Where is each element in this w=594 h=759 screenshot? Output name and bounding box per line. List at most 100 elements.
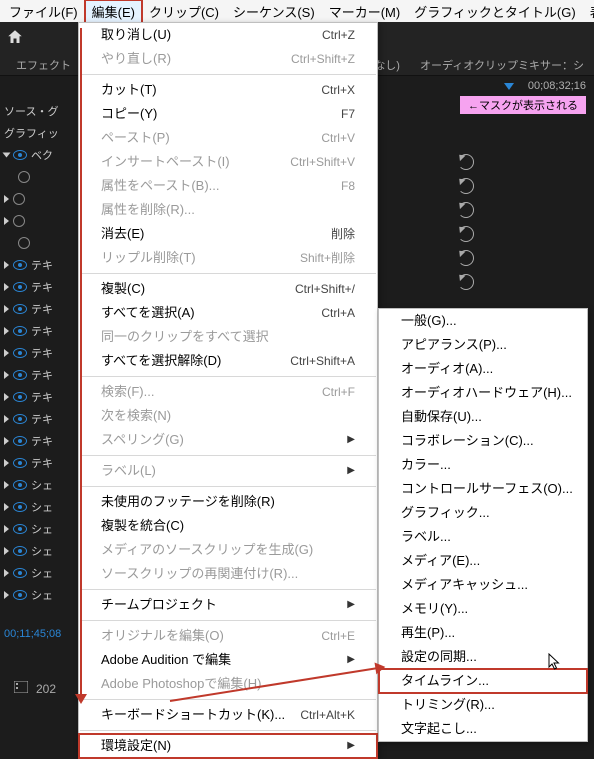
preferences-menu-item[interactable]: 設定の同期... [379, 645, 587, 669]
undo-icon[interactable] [458, 250, 474, 266]
edit-menu-item[interactable]: 未使用のフッテージを削除(R) [79, 490, 377, 514]
chevron-right-icon[interactable] [4, 569, 9, 577]
tab-effects[interactable]: エフェクト [6, 54, 81, 76]
vector-row[interactable]: ベク [0, 144, 78, 166]
eye-icon[interactable] [13, 590, 27, 600]
preferences-menu-item[interactable]: アピアランス(P)... [379, 333, 587, 357]
eye-icon[interactable] [13, 568, 27, 578]
preferences-menu-item[interactable]: メモリ(Y)... [379, 597, 587, 621]
chevron-right-icon[interactable] [4, 415, 9, 423]
layer-item[interactable]: テキ [0, 342, 78, 364]
eye-icon[interactable] [13, 150, 27, 160]
layer-item[interactable]: テキ [0, 386, 78, 408]
stopwatch-icon[interactable] [18, 237, 30, 249]
chevron-right-icon[interactable] [4, 547, 9, 555]
eye-icon[interactable] [13, 326, 27, 336]
preferences-menu-item[interactable]: コラボレーション(C)... [379, 429, 587, 453]
chevron-right-icon[interactable] [4, 195, 9, 203]
layer-item[interactable]: テキ [0, 254, 78, 276]
stopwatch-row[interactable] [0, 166, 78, 188]
menu-graphics-title[interactable]: グラフィックとタイトル(G) [407, 0, 583, 23]
menu-view[interactable]: 表示(V) [583, 0, 594, 23]
chevron-right-icon[interactable] [4, 481, 9, 489]
menu-clip[interactable]: クリップ(C) [142, 0, 226, 23]
preferences-menu-item[interactable]: 自動保存(U)... [379, 405, 587, 429]
layer-item[interactable]: テキ [0, 430, 78, 452]
preferences-menu-item[interactable]: 一般(G)... [379, 309, 587, 333]
layer-item[interactable]: シェ [0, 496, 78, 518]
stopwatch-row[interactable] [0, 210, 78, 232]
preferences-menu-item[interactable]: メディア(E)... [379, 549, 587, 573]
menu-edit[interactable]: 編集(E) [85, 0, 142, 23]
eye-icon[interactable] [13, 524, 27, 534]
chevron-right-icon[interactable] [4, 591, 9, 599]
stopwatch-icon[interactable] [13, 193, 25, 205]
eye-icon[interactable] [13, 370, 27, 380]
preferences-menu-item[interactable]: グラフィック... [379, 501, 587, 525]
chevron-right-icon[interactable] [4, 437, 9, 445]
layer-item[interactable]: テキ [0, 408, 78, 430]
layer-item[interactable]: シェ [0, 562, 78, 584]
preferences-menu-item[interactable]: メディアキャッシュ... [379, 573, 587, 597]
menu-marker[interactable]: マーカー(M) [322, 0, 408, 23]
chevron-right-icon[interactable] [4, 261, 9, 269]
eye-icon[interactable] [13, 260, 27, 270]
edit-menu-item[interactable]: 消去(E)削除 [79, 222, 377, 246]
chevron-right-icon[interactable] [4, 217, 9, 225]
eye-icon[interactable] [13, 480, 27, 490]
edit-menu-item[interactable]: キーボードショートカット(K)...Ctrl+Alt+K [79, 703, 377, 727]
chevron-right-icon[interactable] [4, 349, 9, 357]
undo-icon[interactable] [458, 202, 474, 218]
chevron-right-icon[interactable] [4, 371, 9, 379]
preferences-menu-item[interactable]: ラベル... [379, 525, 587, 549]
edit-menu-item[interactable]: 取り消し(U)Ctrl+Z [79, 23, 377, 47]
edit-menu-item[interactable]: カット(T)Ctrl+X [79, 78, 377, 102]
chevron-right-icon[interactable] [4, 305, 9, 313]
stopwatch-row[interactable] [0, 232, 78, 254]
preferences-menu-item[interactable]: オーディオハードウェア(H)... [379, 381, 587, 405]
preferences-menu-item[interactable]: タイムライン... [379, 669, 587, 693]
layer-item[interactable]: シェ [0, 474, 78, 496]
eye-icon[interactable] [13, 304, 27, 314]
menu-sequence[interactable]: シーケンス(S) [226, 0, 322, 23]
layer-item[interactable]: テキ [0, 298, 78, 320]
edit-menu-item[interactable]: 複製(C)Ctrl+Shift+/ [79, 277, 377, 301]
edit-menu-item[interactable]: チームプロジェクト▶ [79, 593, 377, 617]
eye-icon[interactable] [13, 414, 27, 424]
eye-icon[interactable] [13, 436, 27, 446]
layer-item[interactable]: テキ [0, 364, 78, 386]
preferences-menu-item[interactable]: カラー... [379, 453, 587, 477]
undo-icon[interactable] [458, 226, 474, 242]
chevron-right-icon[interactable] [4, 459, 9, 467]
undo-icon[interactable] [458, 154, 474, 170]
menu-file[interactable]: ファイル(F) [2, 0, 85, 23]
preferences-menu-item[interactable]: コントロールサーフェス(O)... [379, 477, 587, 501]
chevron-right-icon[interactable] [4, 283, 9, 291]
edit-menu-item[interactable]: すべてを選択(A)Ctrl+A [79, 301, 377, 325]
preferences-menu-item[interactable]: 再生(P)... [379, 621, 587, 645]
chevron-right-icon[interactable] [4, 393, 9, 401]
edit-menu-item[interactable]: 環境設定(N)▶ [79, 734, 377, 758]
preferences-menu-item[interactable]: オーディオ(A)... [379, 357, 587, 381]
eye-icon[interactable] [13, 348, 27, 358]
panel-label-audio-mixer[interactable]: オーディオクリップミキサー：シ [410, 54, 594, 76]
edit-menu-item[interactable]: 複製を統合(C) [79, 514, 377, 538]
undo-icon[interactable] [458, 178, 474, 194]
timecode-display[interactable]: 00;08;32;16 [528, 80, 586, 92]
eye-icon[interactable] [13, 392, 27, 402]
layer-item[interactable]: シェ [0, 518, 78, 540]
stopwatch-icon[interactable] [18, 171, 30, 183]
chevron-right-icon[interactable] [4, 327, 9, 335]
layer-item[interactable]: シェ [0, 584, 78, 606]
preferences-menu-item[interactable]: トリミング(R)... [379, 693, 587, 717]
chevron-right-icon[interactable] [4, 525, 9, 533]
eye-icon[interactable] [13, 282, 27, 292]
edit-menu-item[interactable]: コピー(Y)F7 [79, 102, 377, 126]
eye-icon[interactable] [13, 502, 27, 512]
eye-icon[interactable] [13, 458, 27, 468]
chevron-right-icon[interactable] [4, 503, 9, 511]
media-browser-icon[interactable] [14, 681, 28, 696]
stopwatch-row[interactable] [0, 188, 78, 210]
layer-item[interactable]: テキ [0, 320, 78, 342]
sequence-timecode[interactable]: 00;11;45;08 [4, 628, 61, 640]
